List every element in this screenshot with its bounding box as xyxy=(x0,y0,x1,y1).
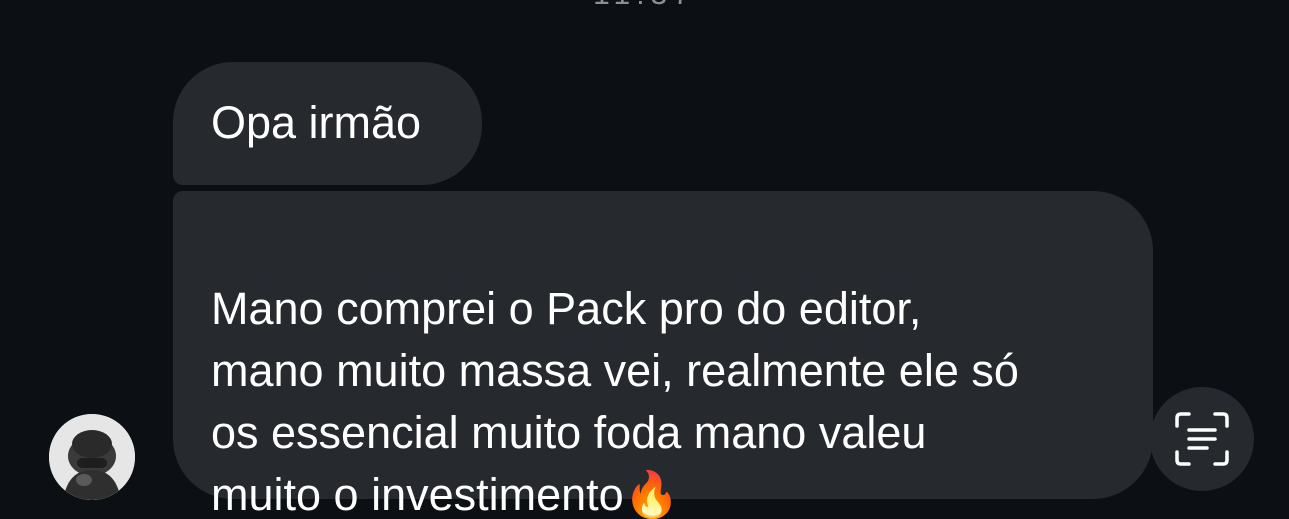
timestamp: 11:37 xyxy=(0,0,1289,12)
text-scan-icon xyxy=(1175,412,1229,466)
avatar[interactable] xyxy=(49,414,135,500)
message-text: Mano comprei o Pack pro do editor, mano … xyxy=(211,283,1019,519)
chat-thread: 11:37 Opa irmão Mano comprei o Pack pro … xyxy=(0,0,1289,519)
message-bubble[interactable]: Mano comprei o Pack pro do editor, mano … xyxy=(173,191,1153,519)
message-bubble[interactable]: Opa irmão xyxy=(173,62,482,185)
scan-text-button[interactable] xyxy=(1150,387,1254,491)
user-avatar-icon xyxy=(49,414,135,500)
message-text: Opa irmão xyxy=(211,97,422,148)
